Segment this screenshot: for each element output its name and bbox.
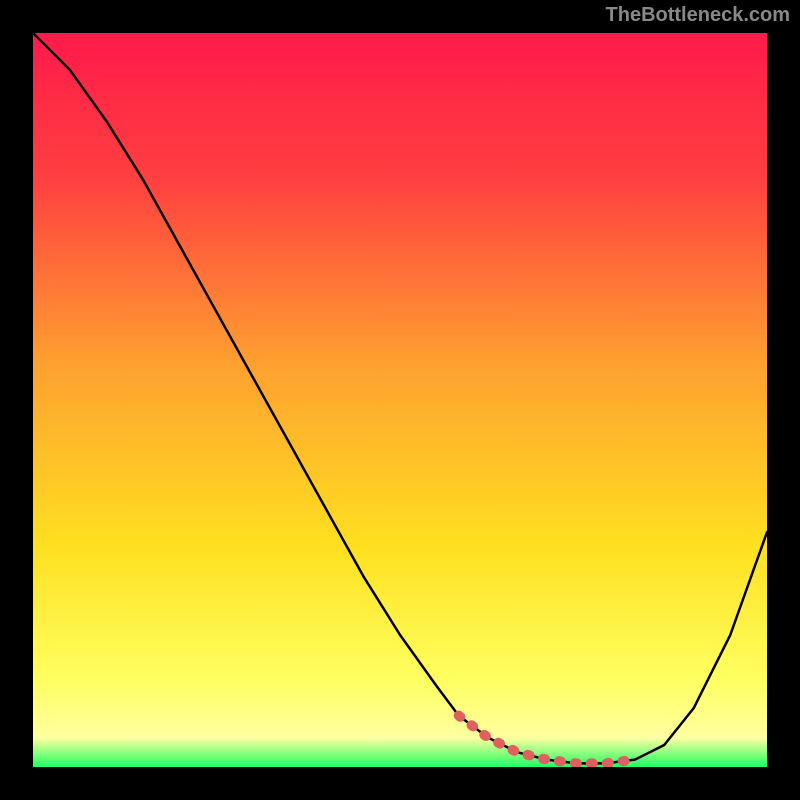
chart-svg [33, 33, 767, 767]
watermark-label: TheBottleneck.com [606, 4, 790, 27]
gradient-background [33, 33, 767, 767]
plot-area [33, 33, 767, 767]
chart-container: TheBottleneck.com [0, 0, 800, 800]
